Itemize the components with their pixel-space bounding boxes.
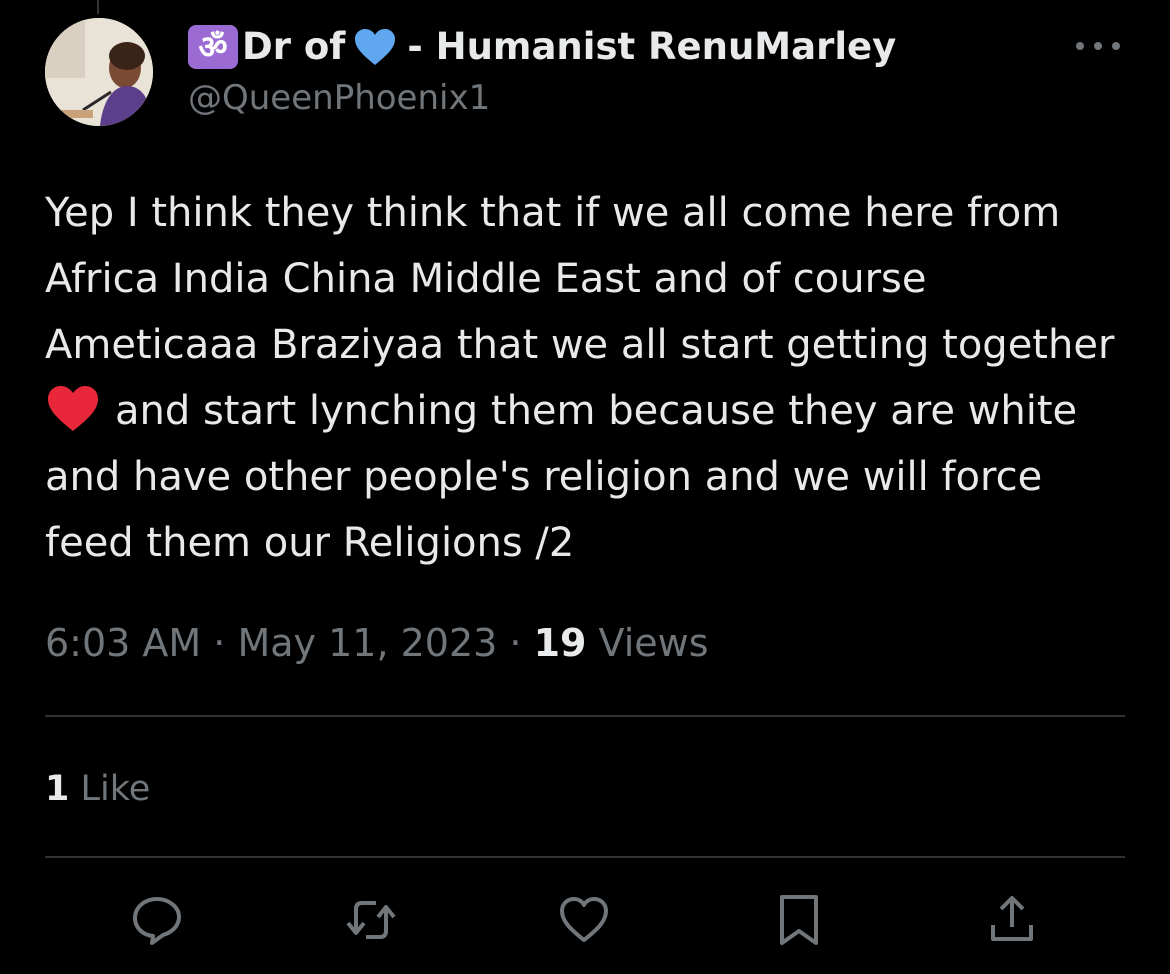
meta-separator: · (497, 621, 534, 665)
tweet-text-line: and have other people's religion and we … (45, 454, 1043, 500)
tweet-header: ॐ Dr of - Humanist RenuMarley @QueenPhoe… (188, 24, 1068, 120)
likes-count: 1 (45, 769, 70, 809)
tweet-text: Yep I think they think that if we all co… (45, 180, 1135, 576)
more-dot-icon (1112, 42, 1120, 50)
retweet-button[interactable] (341, 890, 401, 950)
share-icon (991, 896, 1033, 941)
user-handle[interactable]: @QueenPhoenix1 (188, 76, 1068, 120)
tweet-text-line-with-emoji: and start lynching them because they are… (45, 378, 1135, 444)
display-name-suffix: - Humanist RenuMarley (407, 25, 897, 68)
tweet-text-line: Africa India China Middle East and of co… (45, 256, 927, 302)
reply-icon (133, 897, 181, 945)
bookmark-button[interactable] (769, 890, 829, 950)
tweet-time[interactable]: 6:03 AM (45, 621, 201, 665)
avatar[interactable] (45, 18, 153, 126)
likes-label: Like (80, 769, 151, 809)
avatar-photo (45, 18, 153, 126)
heart-icon (560, 897, 608, 942)
more-dot-icon (1094, 42, 1102, 50)
share-button[interactable] (982, 890, 1042, 950)
like-button[interactable] (554, 890, 614, 950)
more-options-button[interactable] (1076, 34, 1120, 58)
tweet-meta: 6:03 AM · May 11, 2023 · 19 Views (45, 618, 709, 668)
tweet-text-line: Ameticaaa Braziyaa that we all start get… (45, 322, 1115, 368)
more-dot-icon (1076, 42, 1084, 50)
divider (45, 856, 1125, 858)
tweet-text-line: Yep I think they think that if we all co… (45, 190, 1061, 236)
views-label: Views (598, 621, 709, 665)
red-heart-emoji-icon (48, 386, 98, 431)
thread-connector-line (97, 0, 99, 14)
tweet-date[interactable]: May 11, 2023 (237, 621, 497, 665)
reply-button[interactable] (127, 890, 187, 950)
display-name-prefix: Dr of (242, 25, 346, 68)
om-badge-icon: ॐ (188, 25, 238, 69)
likes-summary[interactable]: 1 Like (45, 764, 150, 814)
divider (45, 715, 1125, 717)
meta-separator: · (201, 621, 238, 665)
bookmark-icon (780, 895, 818, 945)
retweet-icon (346, 901, 396, 939)
tweet-text-line: feed them our Religions /2 (45, 520, 575, 566)
views-count: 19 (533, 621, 587, 665)
display-name[interactable]: ॐ Dr of - Humanist RenuMarley (188, 24, 1068, 70)
blue-heart-icon (355, 29, 396, 65)
tweet-text-line: and start lynching them because they are… (115, 388, 1078, 434)
